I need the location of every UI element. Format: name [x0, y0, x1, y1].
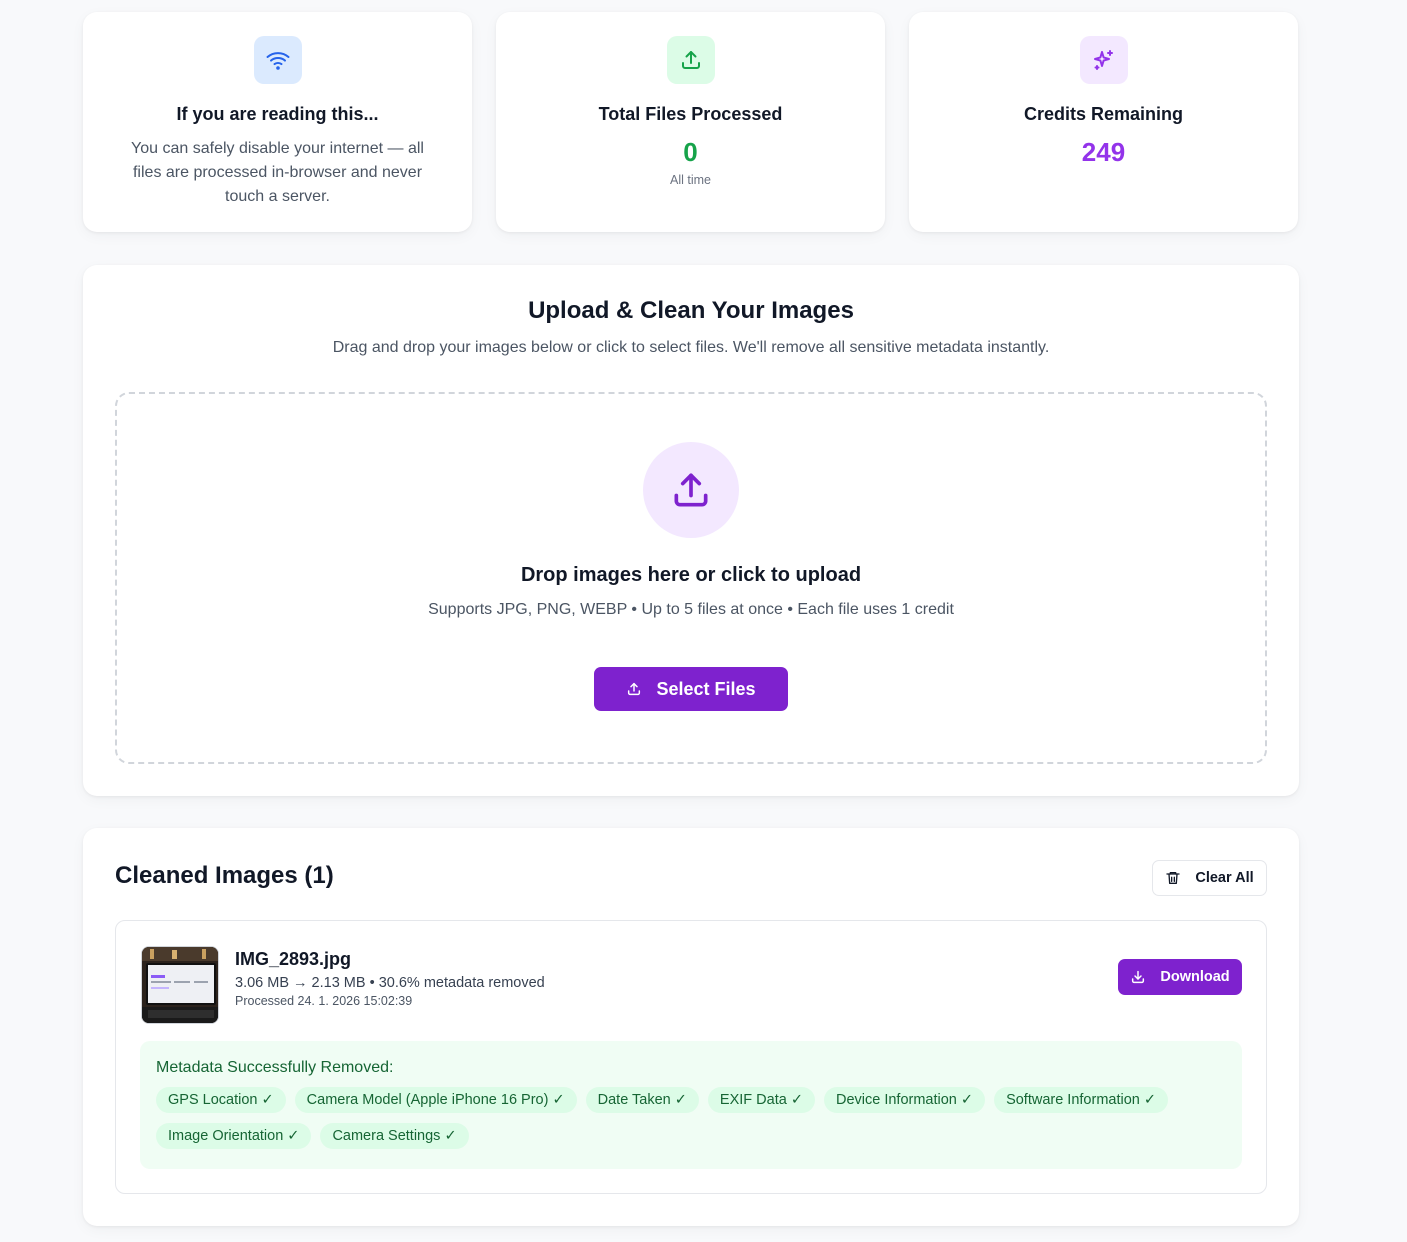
credits-value: 249 [1081, 137, 1126, 167]
metadata-chip: Camera Settings ✓ [320, 1123, 469, 1149]
trash-icon [1166, 872, 1181, 884]
download-label: Download [1160, 969, 1230, 985]
download-icon [1132, 970, 1145, 984]
select-files-button[interactable]: Select Files [594, 667, 788, 711]
info-card-description: You can safely disable your internet — a… [131, 140, 424, 205]
metadata-chip: Image Orientation ✓ [156, 1123, 312, 1149]
file-processed-date: Processed 24. 1. 2026 15:02:39 [235, 994, 413, 1008]
cleaned-file-item: IMG_2893.jpg 3.06 MB → 2.13 MB • 30.6% m… [115, 920, 1267, 1194]
file-size-info: 3.06 MB → 2.13 MB • 30.6% metadata remov… [235, 975, 545, 991]
info-card-title: If you are reading this... [176, 104, 379, 124]
file-name: IMG_2893.jpg [235, 949, 352, 969]
metadata-chip: Software Information ✓ [994, 1087, 1169, 1113]
upload-title: Upload & Clean Your Images [528, 297, 854, 324]
upload-icon [666, 36, 715, 84]
info-card: If you are reading this... You can safel… [83, 12, 472, 232]
select-files-label: Select Files [656, 678, 756, 699]
credits-card: Credits Remaining 249 [909, 12, 1298, 232]
dropzone-subtitle: Supports JPG, PNG, WEBP • Up to 5 files … [428, 601, 954, 618]
metadata-chip: Date Taken ✓ [585, 1087, 699, 1113]
download-button[interactable]: Download [1118, 959, 1242, 995]
cleaned-images-title: Cleaned Images (1) [115, 862, 334, 889]
metadata-chip: GPS Location ✓ [156, 1087, 286, 1113]
upload-card: Upload & Clean Your Images Drag and drop… [83, 265, 1299, 796]
files-processed-card: Total Files Processed 0 All time [496, 12, 885, 232]
files-processed-value: 0 [683, 137, 698, 167]
metadata-chip: EXIF Data ✓ [707, 1087, 815, 1113]
metadata-chip: Device Information ✓ [823, 1087, 986, 1113]
files-processed-sub: All time [670, 173, 711, 187]
credits-title: Credits Remaining [1023, 104, 1184, 124]
files-processed-title: Total Files Processed [598, 104, 783, 124]
wifi-icon [253, 36, 302, 84]
cleaned-images-card: Cleaned Images (1) Clear All IMG_2893.jp… [83, 828, 1299, 1226]
file-thumbnail [141, 946, 219, 1024]
clear-all-label: Clear All [1195, 870, 1254, 886]
clear-all-button[interactable]: Clear All [1152, 860, 1267, 896]
metadata-removed-panel: Metadata Successfully Removed: GPS Locat… [140, 1041, 1242, 1169]
upload-icon [628, 682, 641, 696]
sparkles-icon [1079, 36, 1128, 84]
metadata-chip: Camera Model (Apple iPhone 16 Pro) ✓ [294, 1087, 577, 1113]
dropzone-title: Drop images here or click to upload [520, 564, 862, 586]
metadata-removed-title: Metadata Successfully Removed: [156, 1059, 394, 1076]
metadata-chip-list: GPS Location ✓ Camera Model (Apple iPhon… [156, 1087, 1196, 1149]
upload-lead: Drag and drop your images below or click… [332, 339, 1050, 356]
upload-icon [643, 442, 739, 538]
dropzone[interactable]: Drop images here or click to upload Supp… [115, 392, 1267, 764]
